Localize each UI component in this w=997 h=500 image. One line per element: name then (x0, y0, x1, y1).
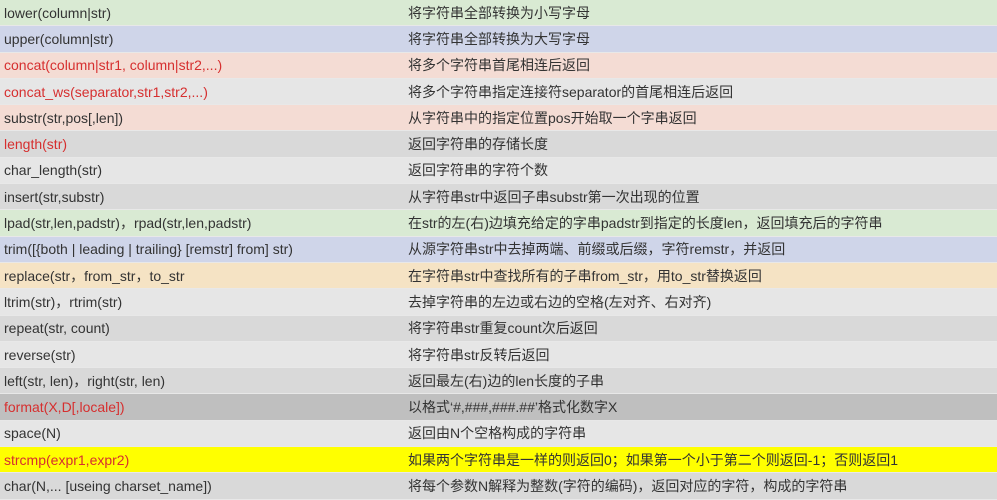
function-signature: upper(column|str) (0, 31, 404, 47)
table-row: insert(str,substr)从字符串str中返回子串substr第一次出… (0, 184, 997, 210)
table-row: length(str)返回字符串的存储长度 (0, 131, 997, 157)
function-signature: concat(column|str1, column|str2,...) (0, 57, 404, 73)
function-description: 将每个参数N解释为整数(字符的编码)，返回对应的字符，构成的字符串 (404, 476, 997, 496)
function-description: 返回最左(右)边的len长度的子串 (404, 371, 997, 391)
function-signature: lower(column|str) (0, 5, 404, 21)
function-description: 在str的左(右)边填充给定的字串padstr到指定的长度len，返回填充后的字… (404, 213, 997, 233)
function-description: 将字符串全部转换为小写字母 (404, 3, 997, 23)
function-description: 返回字符串的存储长度 (404, 134, 997, 154)
table-row: strcmp(expr1,expr2)如果两个字符串是一样的则返回0；如果第一个… (0, 447, 997, 473)
function-signature: format(X,D[,locale]) (0, 399, 404, 415)
function-description: 将字符串全部转换为大写字母 (404, 29, 997, 49)
function-signature: substr(str,pos[,len]) (0, 110, 404, 126)
function-description: 将多个字符串首尾相连后返回 (404, 55, 997, 75)
table-row: lower(column|str)将字符串全部转换为小写字母 (0, 0, 997, 26)
function-signature: concat_ws(separator,str1,str2,...) (0, 84, 404, 100)
table-row: ltrim(str)，rtrim(str)去掉字符串的左边或右边的空格(左对齐、… (0, 289, 997, 315)
table-row: concat_ws(separator,str1,str2,...)将多个字符串… (0, 79, 997, 105)
table-row: trim([{both | leading | trailing} [remst… (0, 237, 997, 263)
table-row: concat(column|str1, column|str2,...)将多个字… (0, 53, 997, 79)
table-row: left(str, len)，right(str, len)返回最左(右)边的l… (0, 368, 997, 394)
function-description: 去掉字符串的左边或右边的空格(左对齐、右对齐) (404, 292, 997, 312)
table-row: upper(column|str)将字符串全部转换为大写字母 (0, 26, 997, 52)
function-signature: length(str) (0, 136, 404, 152)
function-signature: space(N) (0, 425, 404, 441)
table-row: replace(str，from_str，to_str在字符串str中查找所有的… (0, 263, 997, 289)
function-description: 从字符串中的指定位置pos开始取一个字串返回 (404, 108, 997, 128)
table-row: char_length(str)返回字符串的字符个数 (0, 158, 997, 184)
function-signature: repeat(str, count) (0, 320, 404, 336)
function-description: 从源字符串str中去掉两端、前缀或后缀，字符remstr，并返回 (404, 239, 997, 259)
function-description: 将多个字符串指定连接符separator的首尾相连后返回 (404, 82, 997, 102)
function-description: 返回字符串的字符个数 (404, 160, 997, 180)
function-signature: insert(str,substr) (0, 189, 404, 205)
function-signature: ltrim(str)，rtrim(str) (0, 292, 404, 312)
function-description: 从字符串str中返回子串substr第一次出现的位置 (404, 187, 997, 207)
function-signature: strcmp(expr1,expr2) (0, 452, 404, 468)
function-signature: lpad(str,len,padstr)，rpad(str,len,padstr… (0, 213, 404, 233)
function-signature: char(N,... [useing charset_name]) (0, 478, 404, 494)
table-row: substr(str,pos[,len])从字符串中的指定位置pos开始取一个字… (0, 105, 997, 131)
function-reference-table: lower(column|str)将字符串全部转换为小写字母upper(colu… (0, 0, 997, 500)
function-description: 返回由N个空格构成的字符串 (404, 423, 997, 443)
table-row: lpad(str,len,padstr)，rpad(str,len,padstr… (0, 210, 997, 236)
function-signature: reverse(str) (0, 347, 404, 363)
function-description: 将字符串str反转后返回 (404, 345, 997, 365)
function-description: 以格式‘#,###,###.##’格式化数字X (404, 397, 997, 417)
table-row: space(N)返回由N个空格构成的字符串 (0, 421, 997, 447)
function-signature: char_length(str) (0, 162, 404, 178)
table-row: char(N,... [useing charset_name])将每个参数N解… (0, 473, 997, 499)
table-row: repeat(str, count)将字符串str重复count次后返回 (0, 316, 997, 342)
function-signature: left(str, len)，right(str, len) (0, 371, 404, 391)
function-description: 在字符串str中查找所有的子串from_str，用to_str替换返回 (404, 266, 997, 286)
function-signature: trim([{both | leading | trailing} [remst… (0, 241, 404, 257)
function-description: 将字符串str重复count次后返回 (404, 318, 997, 338)
table-row: format(X,D[,locale])以格式‘#,###,###.##’格式化… (0, 394, 997, 420)
function-signature: replace(str，from_str，to_str (0, 266, 404, 286)
table-row: reverse(str)将字符串str反转后返回 (0, 342, 997, 368)
function-description: 如果两个字符串是一样的则返回0；如果第一个小于第二个则返回-1；否则返回1 (404, 450, 997, 470)
